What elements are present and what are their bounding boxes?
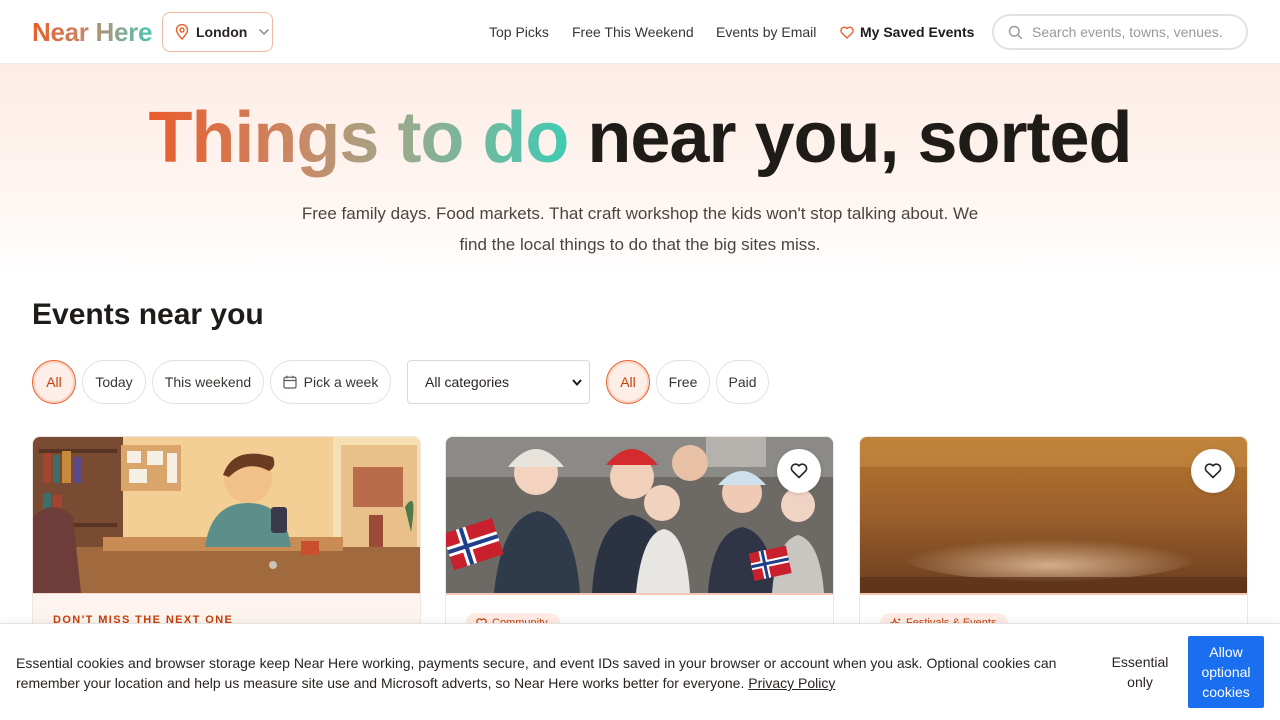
chevron-down-icon bbox=[259, 29, 270, 35]
save-event-button[interactable] bbox=[777, 449, 821, 493]
date-filter-all[interactable]: All bbox=[32, 360, 76, 404]
heart-icon bbox=[840, 26, 854, 39]
calendar-icon bbox=[283, 375, 297, 389]
card-photo-group-with-flags bbox=[446, 437, 833, 593]
cookie-text: Essential cookies and browser storage ke… bbox=[16, 653, 1076, 693]
search-icon bbox=[1008, 25, 1023, 39]
pick-a-week-label: Pick a week bbox=[303, 374, 379, 390]
card-illustration-person-with-phone bbox=[33, 437, 420, 593]
date-filter-pick-a-week[interactable]: Pick a week bbox=[270, 360, 391, 404]
price-filter-paid[interactable]: Paid bbox=[716, 360, 769, 404]
category-select-value: All categories bbox=[425, 374, 510, 390]
search-box[interactable] bbox=[992, 14, 1248, 50]
cookie-message: Essential cookies and browser storage ke… bbox=[16, 655, 1057, 691]
site-logo[interactable]: Near Here bbox=[32, 17, 152, 48]
category-select[interactable]: All categories bbox=[407, 360, 590, 404]
hero-subtitle: Free family days. Food markets. That cra… bbox=[301, 204, 979, 254]
search-input[interactable] bbox=[1032, 24, 1222, 40]
date-filter-this-weekend[interactable]: This weekend bbox=[152, 360, 264, 404]
location-label: London bbox=[196, 24, 248, 40]
nav-top-picks[interactable]: Top Picks bbox=[489, 24, 549, 40]
save-event-button[interactable] bbox=[1191, 449, 1235, 493]
privacy-policy-link[interactable]: Privacy Policy bbox=[748, 675, 835, 691]
location-selector[interactable]: London bbox=[162, 12, 273, 52]
price-filter-all[interactable]: All bbox=[606, 360, 650, 404]
hero-title-accent: Things to do bbox=[148, 98, 569, 178]
allow-optional-cookies-button[interactable]: Allow optional cookies bbox=[1188, 636, 1264, 708]
heart-icon bbox=[1204, 463, 1222, 479]
nav-events-by-email[interactable]: Events by Email bbox=[716, 24, 816, 40]
hero-title-rest: near you, sorted bbox=[568, 98, 1132, 178]
card-photo-blurred-venue bbox=[860, 437, 1247, 593]
date-filter-today[interactable]: Today bbox=[82, 360, 146, 404]
essential-only-button[interactable]: Essential only bbox=[1100, 652, 1180, 692]
location-pin-icon bbox=[175, 24, 189, 40]
heart-icon bbox=[790, 463, 808, 479]
cookie-banner: Essential cookies and browser storage ke… bbox=[0, 623, 1280, 720]
saved-events-label: My Saved Events bbox=[860, 24, 975, 40]
nav-my-saved-events[interactable]: My Saved Events bbox=[840, 24, 974, 40]
hero-title: Things to do near you, sorted bbox=[0, 98, 1280, 178]
price-filter-free[interactable]: Free bbox=[656, 360, 710, 404]
nav-free-this-weekend[interactable]: Free This Weekend bbox=[572, 24, 694, 40]
chevron-down-icon bbox=[572, 379, 582, 387]
section-title: Events near you bbox=[32, 298, 264, 331]
site-header: Near Here London Top Picks Free This Wee… bbox=[0, 0, 1280, 64]
